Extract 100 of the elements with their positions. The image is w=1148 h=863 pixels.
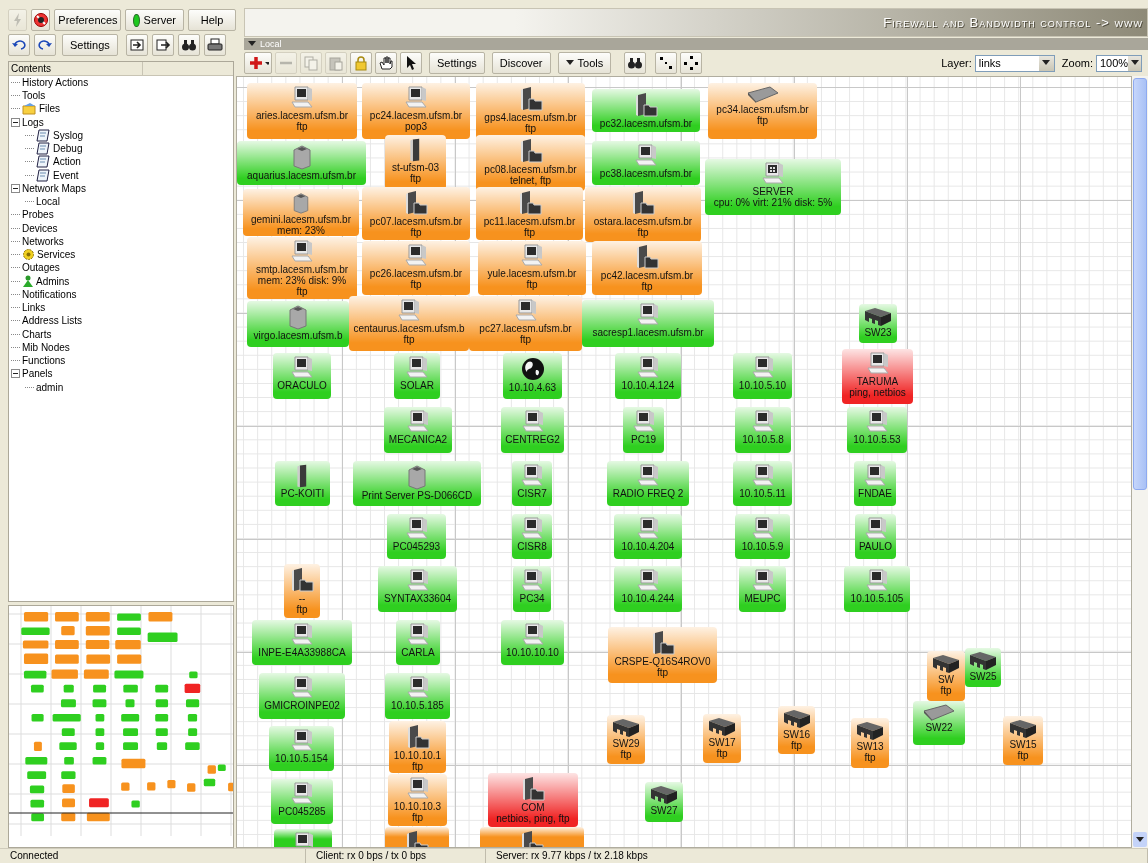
device-node[interactable]: 10.10.5.154 (269, 726, 334, 771)
device-node[interactable]: centaurus.lacesm.ufsm.b ftp (349, 296, 469, 351)
toolbar-button[interactable] (400, 52, 422, 74)
toolbar-button[interactable] (34, 34, 56, 57)
device-node[interactable]: CISR8 (512, 514, 552, 559)
device-node[interactable]: SERVER cpu: 0% virt: 21% disk: 5% (705, 159, 841, 215)
tree-item[interactable]: Files (39, 103, 61, 115)
device-node[interactable]: SW25 (965, 648, 1001, 687)
device-node[interactable]: COM netbios, ping, ftp (488, 773, 578, 827)
device-node[interactable]: SW22 (913, 701, 965, 745)
device-node[interactable]: 10.10.4.63 (503, 353, 562, 399)
device-node[interactable]: -- ftp (284, 564, 320, 618)
scrollbar-thumb[interactable] (1133, 78, 1147, 490)
tree-item[interactable]: Address Lists (22, 315, 83, 327)
device-node[interactable]: pc24.lacesm.ufsm.br pop3 (362, 83, 470, 139)
tree-item[interactable]: Event (53, 169, 79, 181)
toolbar-button[interactable]: Tools (557, 52, 612, 74)
device-node[interactable]: GMICROINPE02 (259, 673, 345, 719)
device-node[interactable]: 10.10.5.185 (385, 673, 450, 719)
tree-item[interactable]: Links (22, 302, 46, 314)
toolbar-button[interactable] (203, 34, 226, 57)
tree-item[interactable]: Syslog (53, 129, 83, 141)
device-node[interactable]: SW17 ftp (703, 714, 741, 763)
device-node[interactable]: SW13 ftp (851, 718, 889, 768)
toolbar-button[interactable] (31, 9, 51, 32)
device-node[interactable]: PC19 (623, 407, 664, 453)
device-node[interactable]: MECANICA2 (384, 407, 452, 453)
device-node[interactable]: Print Server PS-D066CD (353, 461, 481, 506)
device-node[interactable]: pc08.lacesm.ufsm.br telnet, ftp (476, 135, 585, 191)
toolbar-button[interactable] (125, 34, 148, 57)
tree-item[interactable]: Mib Nodes (22, 341, 70, 353)
tree-item[interactable]: Functions (22, 355, 66, 367)
tree-item[interactable]: Logs (22, 116, 44, 128)
device-node[interactable]: SW ftp (927, 651, 965, 701)
device-node[interactable]: pc34.lacesm.ufsm.br ftp (708, 83, 817, 139)
toolbar-button[interactable]: Settings (429, 52, 485, 74)
device-node[interactable]: SOLAR (394, 353, 440, 399)
device-node[interactable]: FNDAE (854, 461, 896, 506)
tree-item[interactable]: Debug (53, 143, 83, 155)
toolbar-button[interactable] (151, 34, 174, 57)
device-node[interactable]: gemini.lacesm.ufsm.br mem: 23% (243, 189, 359, 236)
layer-select[interactable]: links (974, 54, 1055, 72)
device-node[interactable]: SW29 ftp (607, 715, 645, 764)
device-node[interactable]: ORACULO (273, 353, 331, 399)
device-node[interactable]: PAULO (855, 514, 896, 559)
device-node[interactable]: pc26.lacesm.ufsm.br ftp (362, 241, 470, 295)
tree-item[interactable]: Devices (22, 222, 58, 234)
tree-item[interactable]: Panels (22, 368, 53, 380)
tree-item[interactable]: Admins (36, 275, 70, 287)
device-node[interactable]: PC045293 (387, 514, 446, 559)
device-node[interactable]: PC34 (513, 566, 551, 612)
tree-item[interactable]: Action (53, 156, 81, 168)
device-node[interactable]: st-ufsm-03 ftp (385, 135, 446, 190)
device-node[interactable]: smtp.lacesm.ufsm.br mem: 23% disk: 9% ftp (247, 237, 357, 299)
tree-item[interactable]: Outages (22, 262, 60, 274)
toolbar-button[interactable] (680, 52, 703, 74)
device-node[interactable]: pc11.lacesm.ufsm.br ftp (476, 187, 583, 240)
device-node[interactable]: INPE-E4A33988CA (252, 620, 352, 665)
toolbar-button[interactable]: Discover (491, 52, 551, 74)
device-node[interactable]: CENTREG2 (501, 407, 564, 453)
tree-item[interactable]: Network Maps (22, 182, 86, 194)
device-node[interactable]: 10.10.10.10 (501, 620, 564, 665)
toolbar-button[interactable] (177, 34, 200, 57)
device-node[interactable]: SW27 (645, 782, 683, 822)
tree-item[interactable]: Notifications (22, 288, 77, 300)
device-node[interactable]: 10.10.5.9 (735, 514, 790, 559)
tree-item[interactable]: Probes (22, 209, 54, 221)
device-node[interactable]: pc32.lacesm.ufsm.br (592, 89, 700, 132)
toolbar-button[interactable] (655, 52, 678, 74)
device-node[interactable]: CRSPE-Q16S4ROV0 ftp (608, 627, 717, 683)
toolbar-button[interactable] (375, 52, 397, 74)
zoom-select[interactable]: 100% (1096, 54, 1142, 72)
device-node[interactable]: 10.10.10.1 ftp (389, 721, 446, 773)
device-node[interactable]: yule.lacesm.ufsm.br ftp (478, 241, 586, 295)
scroll-down-button[interactable] (1133, 832, 1147, 847)
device-node[interactable]: SW15 ftp (1003, 716, 1043, 765)
tree-item[interactable]: Networks (22, 235, 64, 247)
device-node[interactable]: CISR7 (512, 461, 552, 506)
tree-item[interactable]: admin (36, 381, 64, 393)
expand-toggle[interactable] (11, 369, 20, 379)
device-node[interactable]: 10.10.5.53 (847, 407, 907, 453)
device-node[interactable]: pc38.lacesm.ufsm.br (592, 141, 700, 185)
device-node[interactable]: 10.10.5.10 (733, 353, 792, 399)
tree-item[interactable]: Local (36, 196, 60, 208)
device-node[interactable]: ostara.lacesm.ufsm.br ftp (585, 187, 701, 242)
device-node[interactable]: SW16 ftp (778, 706, 815, 754)
expand-toggle[interactable] (11, 183, 20, 193)
device-node[interactable]: SYNTAX33604 (378, 566, 457, 612)
toolbar-button[interactable]: Preferences (54, 9, 122, 32)
device-node[interactable]: virgo.lacesm.ufsm.b (247, 301, 349, 347)
device-node[interactable]: 10.10.5.8 (735, 407, 791, 453)
device-node[interactable]: PC-KOITI (275, 461, 330, 506)
tree-item[interactable]: Charts (22, 328, 52, 340)
device-node[interactable]: 10.10.4.204 (614, 514, 682, 559)
toolbar-button[interactable]: Help (188, 9, 236, 32)
scrollbar[interactable] (1132, 76, 1148, 848)
device-node[interactable]: sacresp1.lacesm.ufsm.br (582, 300, 714, 347)
tree-item[interactable]: History Actions (22, 76, 89, 88)
toolbar-button[interactable] (8, 34, 30, 57)
device-node[interactable]: SW23 (859, 304, 897, 343)
